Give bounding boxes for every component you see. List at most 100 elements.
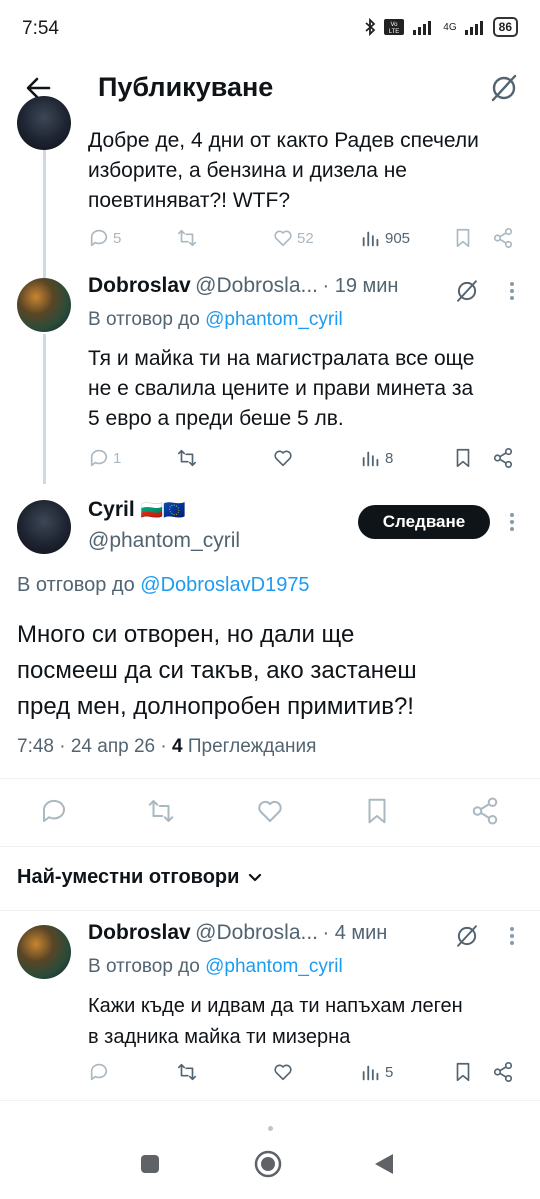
tweet-text: Добре де, 4 дни от както Радев спечели и… [88,126,479,216]
like-button[interactable] [272,447,294,469]
display-name[interactable]: Dobroslav [88,921,191,944]
share-icon [493,1062,513,1082]
divider [0,910,540,911]
view-count: 905 [385,229,411,247]
reply-icon[interactable] [39,796,69,826]
reply-mention[interactable]: @DobroslavD1975 [140,574,309,596]
flag-icons: 🇧🇬🇪🇺 [140,499,186,520]
main-actions [0,796,540,828]
like-count: 52 [297,229,314,247]
views-button[interactable]: 5 [360,1061,393,1083]
system-nav-bar [0,1120,540,1199]
views-icon [362,451,379,467]
tweet-actions: 5 52 905 [88,227,518,253]
tweet-time: · 19 мин [322,275,399,297]
display-name[interactable]: Cyril [88,498,135,522]
views-button[interactable]: 8 [360,447,393,469]
more-options-icon[interactable] [502,278,522,304]
like-button[interactable]: 52 [272,227,314,249]
heart-icon [274,1064,292,1081]
sort-label: Най-уместни отговори [17,866,240,888]
reply-icon [90,449,108,467]
share-button[interactable] [492,227,514,249]
display-name[interactable]: Dobroslav [88,274,191,297]
retweet-button[interactable] [176,1061,198,1083]
bookmark-icon[interactable] [362,796,392,826]
tweet-line: Тя и майка ти на магистралата все още [88,347,475,370]
follow-button[interactable]: Следване [358,505,490,539]
reply-to: В отговор до @phantom_cyril [88,309,343,331]
retweet-icon [177,229,197,247]
reply-count: 5 [113,229,122,247]
status-icons: Vo LTE 4G 86 [364,17,518,37]
retweet-button[interactable] [176,227,198,249]
reply-button[interactable]: 5 [88,227,121,249]
more-options-icon[interactable] [502,923,522,949]
sort-replies-dropdown[interactable]: Най-уместни отговори [17,866,263,889]
app-header: Публикуване [0,60,540,118]
home-button[interactable] [254,1150,282,1178]
reply-prefix: В отговор до [17,574,135,596]
page-indicator-dot [268,1126,273,1131]
avatar[interactable] [17,96,71,150]
like-button[interactable] [272,1061,294,1083]
chevron-down-icon [249,873,262,881]
reply-mention[interactable]: @phantom_cyril [205,956,343,977]
page-title: Публикуване [98,72,274,102]
avatar[interactable] [17,925,71,979]
user-handle[interactable]: @Dobrosla... [195,921,318,944]
back-button[interactable] [373,1152,395,1176]
divider [0,1100,540,1101]
bookmark-icon [456,228,470,248]
grok-icon[interactable] [454,278,480,304]
avatar[interactable] [17,278,71,332]
divider [0,846,540,847]
grok-icon[interactable] [488,72,520,104]
tweet-actions: 1 8 [88,447,518,473]
reply-count: 1 [113,449,122,467]
svg-text:LTE: LTE [389,29,400,35]
tweet-meta: 7:48 · 24 апр 26 · 4 Преглеждания [17,736,316,758]
tweet-line: изборите, а бензина и дизела не [88,159,407,182]
retweet-button[interactable] [176,447,198,469]
status-bar: 7:54 Vo LTE 4G 86 [0,0,540,60]
reply-icon [90,1063,108,1081]
more-options-icon[interactable] [502,509,522,535]
tweet-line: 5 евро а преди беше 5 лв. [88,407,344,430]
tweet-text: Кажи къде и идвам да ти напъхам леген в … [88,991,463,1053]
reply-mention[interactable]: @phantom_cyril [205,309,343,330]
view-count: 5 [385,1063,394,1081]
reply-button[interactable] [88,1061,110,1083]
bookmark-button[interactable] [452,227,474,249]
views-icon [362,1065,379,1081]
share-icon[interactable] [470,796,500,826]
divider [0,778,540,779]
retweet-icon[interactable] [146,796,176,826]
views-count: 4 [172,736,183,757]
avatar[interactable] [17,500,71,554]
grok-icon[interactable] [454,923,480,949]
user-handle[interactable]: @phantom_cyril [88,529,240,553]
views-button[interactable]: 905 [360,227,410,249]
share-button[interactable] [492,447,514,469]
user-handle[interactable]: @Dobrosla... [195,274,318,297]
retweet-icon [177,449,197,467]
tweet-actions: 5 [88,1061,518,1087]
battery-icon: 86 [492,17,518,37]
reply-button[interactable]: 1 [88,447,121,469]
heart-icon[interactable] [255,796,285,826]
tweet-line: Добре де, 4 дни от както Радев спечели [88,129,479,152]
share-button[interactable] [492,1061,514,1083]
views-label[interactable]: Преглеждания [188,736,317,757]
recents-button[interactable] [141,1155,159,1173]
tweet-time: · 4 мин [322,922,388,944]
bookmark-button[interactable] [452,1061,474,1083]
heart-icon [274,230,292,247]
share-icon [493,228,513,248]
tweet-line: пред мен, долнопробен примитив?! [17,693,414,720]
bookmark-icon [456,1062,470,1082]
signal-icon-2 [464,21,483,35]
share-icon [493,448,513,468]
bookmark-button[interactable] [452,447,474,469]
reply-to: В отговор до @phantom_cyril [88,956,343,978]
